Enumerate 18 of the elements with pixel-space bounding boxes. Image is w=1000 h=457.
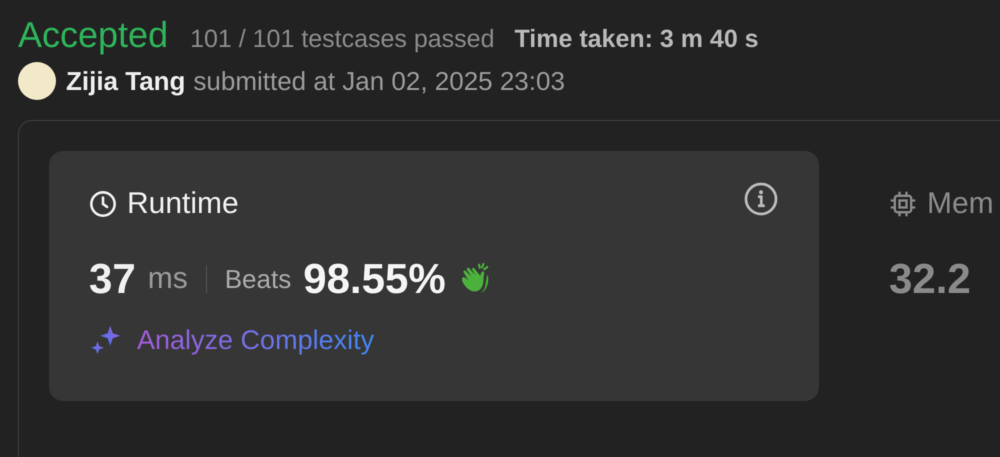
metric-value: 32.2 — [889, 255, 971, 303]
beats-percentage: 98.55% — [303, 255, 446, 303]
user-name[interactable]: Zijia Tang — [66, 66, 186, 96]
metric-title: Runtime — [127, 187, 239, 221]
submission-time: submitted at Jan 02, 2025 23:03 — [193, 66, 565, 96]
metric-title: Mem — [927, 187, 994, 221]
time-taken: Time taken: 3 m 40 s — [514, 25, 759, 54]
beats-label: Beats — [224, 264, 292, 294]
metric-card[interactable]: Mem 32.2 — [849, 151, 1000, 401]
metric-unit: ms — [148, 262, 188, 296]
info-icon[interactable] — [743, 181, 779, 217]
testcases-count: 101 / 101 testcases passed — [190, 25, 494, 54]
clock-icon — [89, 190, 117, 218]
metric-card[interactable]: Runtime 37 ms Beats 98.55% Analyze Complexity — [49, 151, 819, 401]
verdict-status: Accepted — [18, 14, 168, 56]
metric-value: 37 — [89, 255, 136, 303]
chip-icon — [889, 190, 917, 218]
avatar[interactable] — [18, 62, 56, 100]
